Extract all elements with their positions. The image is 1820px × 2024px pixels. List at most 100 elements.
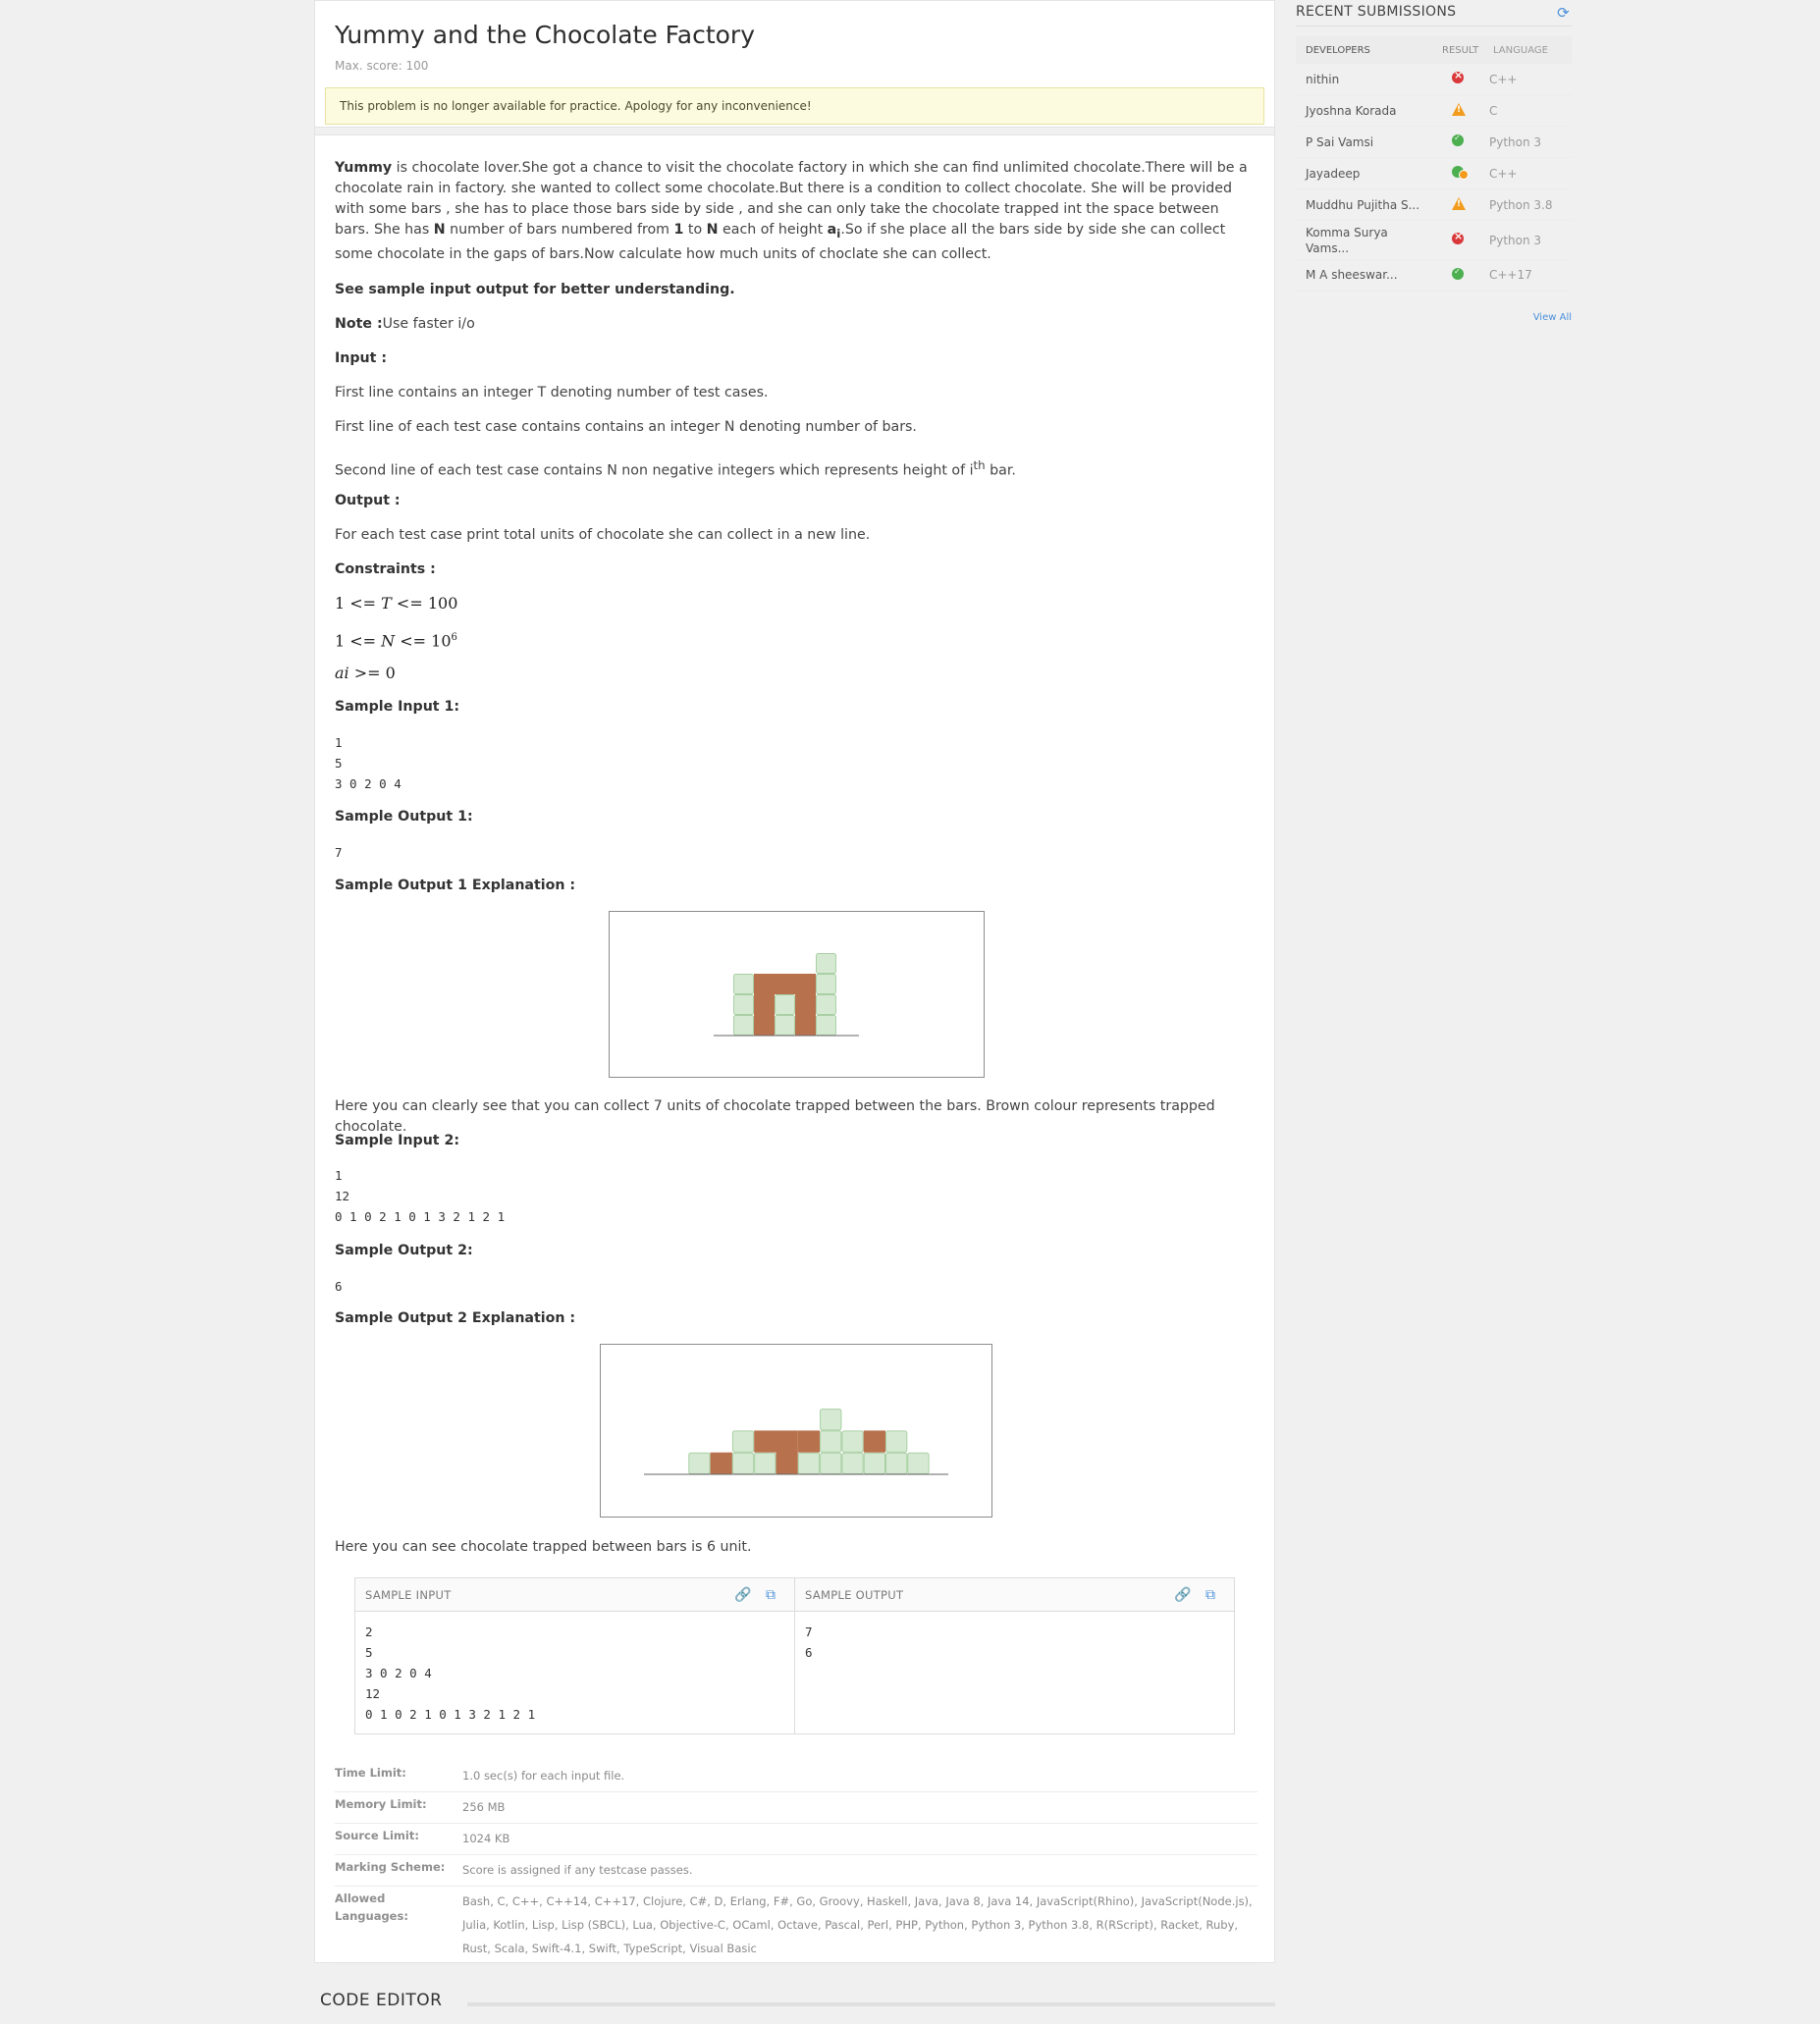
constraint-ai: ai >= 0: [335, 664, 396, 682]
bar-block: [863, 1452, 886, 1474]
trapped-chocolate: [776, 1430, 798, 1474]
see-sample-note: See sample input output for better under…: [335, 282, 735, 297]
problem-header: Yummy and the Chocolate Factory Max. sco…: [315, 1, 1274, 133]
sample-output-1: 7: [335, 845, 343, 860]
submission-row[interactable]: nithin C++: [1296, 64, 1572, 95]
partially-accepted-icon: [1452, 166, 1469, 180]
section-divider: [315, 127, 1274, 135]
result-column-header: RESULT: [1442, 44, 1479, 56]
recent-submissions-panel: RECENT SUBMISSIONS ⟳ DEVELOPERS RESULT L…: [1296, 0, 1572, 323]
bar-block: [731, 1452, 755, 1474]
accepted-icon: [1452, 133, 1464, 146]
limits-table: Time Limit: 1.0 sec(s) for each input fil…: [335, 1761, 1258, 1965]
bar-block: [816, 953, 836, 974]
sample-output-2-explanation: Here you can see chocolate trapped betwe…: [335, 1539, 752, 1555]
constraint-n: 1 <= N <= 106: [335, 631, 457, 651]
submission-row[interactable]: Jyoshna Korada C: [1296, 95, 1572, 127]
submissions-list: nithin C++ Jyoshna Korada C P Sai Vamsi …: [1296, 64, 1572, 307]
wrong-answer-icon: [1452, 69, 1464, 83]
problem-title: Yummy and the Chocolate Factory: [335, 21, 756, 49]
sample-output-1-explanation: Here you can clearly see that you can co…: [335, 1098, 1215, 1135]
problem-card: Yummy and the Chocolate Factory Max. sco…: [314, 0, 1275, 1965]
sample-output-1-explanation-heading: Sample Output 1 Explanation :: [335, 878, 576, 893]
bar-block: [841, 1452, 864, 1474]
sample-input-1: 1 5 3 0 2 0 4: [335, 735, 401, 791]
limit-row: Allowed Languages: Bash, C, C++, C++14, C…: [335, 1887, 1258, 1965]
bar-block: [885, 1430, 908, 1453]
accepted-icon: [1452, 267, 1464, 280]
bar-block: [688, 1452, 711, 1474]
sample-io-panel: SAMPLE INPUT 🔗 ⧉ 2 5 3 0 2 0 4 12 0 1 0 …: [354, 1577, 1235, 1734]
bar-block: [775, 994, 795, 1015]
figure-1-diagram: [714, 953, 859, 1037]
submission-row[interactable]: Muddhu Pujitha S... Python 3.8: [1296, 189, 1572, 221]
bar-block: [816, 1015, 836, 1036]
constraints-heading: Constraints :: [335, 561, 436, 577]
copy-icon[interactable]: ⧉: [763, 1587, 778, 1603]
bar-block: [885, 1452, 908, 1474]
output-text: For each test case print total units of …: [335, 527, 871, 543]
sample-input-content: 2 5 3 0 2 0 4 12 0 1 0 2 1 0 1 3 2 1 2 1: [365, 1625, 536, 1722]
recent-submissions-title: RECENT SUBMISSIONS ⟳: [1296, 0, 1572, 27]
language-column-header: LANGUAGE: [1493, 44, 1548, 56]
submission-row[interactable]: M A sheeswar... C++17: [1296, 260, 1572, 292]
sample-output-header: SAMPLE OUTPUT: [795, 1578, 1234, 1612]
sample-output-1-heading: Sample Output 1:: [335, 809, 473, 825]
bar-block: [820, 1452, 842, 1474]
bar-block: [754, 1452, 776, 1474]
code-editor-heading: CODE EDITOR: [320, 1991, 443, 2010]
sample-input-1-heading: Sample Input 1:: [335, 699, 460, 715]
submission-row[interactable]: Jayadeep C++: [1296, 158, 1572, 189]
trapped-chocolate: [754, 1430, 776, 1453]
figure-sample-1: [609, 911, 985, 1078]
trapped-chocolate: [795, 974, 816, 1036]
link-icon[interactable]: 🔗: [1174, 1587, 1191, 1603]
wrong-answer-icon: [1452, 230, 1464, 244]
developers-column-header: DEVELOPERS: [1306, 44, 1370, 56]
warning-icon: [1452, 102, 1466, 116]
bar-block: [733, 994, 754, 1015]
bar-block: [733, 974, 754, 994]
sample-output-2: 6: [335, 1279, 343, 1294]
trapped-chocolate: [710, 1452, 732, 1474]
intro-paragraph: Yummy is chocolate lover.She got a chanc…: [335, 160, 1248, 262]
bar-block: [820, 1409, 842, 1431]
bar-block: [797, 1452, 821, 1474]
sample-output-2-explanation-heading: Sample Output 2 Explanation :: [335, 1310, 576, 1326]
bar-block: [841, 1430, 864, 1453]
figure-2-diagram: [644, 1409, 948, 1475]
sample-output-content: 7 6: [805, 1625, 813, 1660]
input-line-2: First line of each test case contains co…: [335, 419, 917, 435]
submission-row[interactable]: Komma Surya Vams... Python 3: [1296, 221, 1572, 260]
sample-input-2: 1 12 0 1 0 2 1 0 1 3 2 1 2 1: [335, 1168, 506, 1224]
bar-block: [775, 1015, 795, 1036]
trapped-chocolate: [797, 1430, 821, 1453]
bar-block: [820, 1430, 842, 1453]
link-icon[interactable]: 🔗: [734, 1587, 751, 1603]
faster-io-note: Note :Use faster i/o: [335, 316, 475, 332]
figure-sample-2: [600, 1344, 992, 1518]
code-editor-divider: [467, 2002, 1275, 2006]
view-all-link[interactable]: View All: [1296, 312, 1572, 323]
limit-row: Memory Limit: 256 MB: [335, 1792, 1258, 1824]
input-line-1: First line contains an integer T denotin…: [335, 385, 769, 400]
sample-input-2-heading: Sample Input 2:: [335, 1133, 460, 1148]
limit-row: Time Limit: 1.0 sec(s) for each input fil…: [335, 1761, 1258, 1792]
sample-output-2-heading: Sample Output 2:: [335, 1243, 473, 1258]
copy-icon[interactable]: ⧉: [1203, 1587, 1218, 1603]
input-heading: Input :: [335, 350, 388, 366]
max-score: Max. score: 100: [335, 59, 429, 73]
trapped-chocolate: [754, 974, 775, 1036]
trapped-chocolate: [863, 1430, 885, 1453]
limit-row: Source Limit: 1024 KB: [335, 1824, 1258, 1855]
bar-block: [816, 994, 836, 1015]
submissions-header-row: DEVELOPERS RESULT LANGUAGE: [1296, 36, 1572, 64]
sample-output-panel: SAMPLE OUTPUT 🔗 ⧉ 7 6: [795, 1578, 1234, 1733]
warning-icon: [1452, 196, 1466, 210]
bar-block: [816, 974, 836, 994]
submission-row[interactable]: P Sai Vamsi Python 3: [1296, 127, 1572, 158]
refresh-icon[interactable]: ⟳: [1557, 4, 1570, 22]
constraint-t: 1 <= T <= 100: [335, 594, 458, 613]
bar-block: [907, 1452, 930, 1474]
output-heading: Output :: [335, 493, 401, 508]
